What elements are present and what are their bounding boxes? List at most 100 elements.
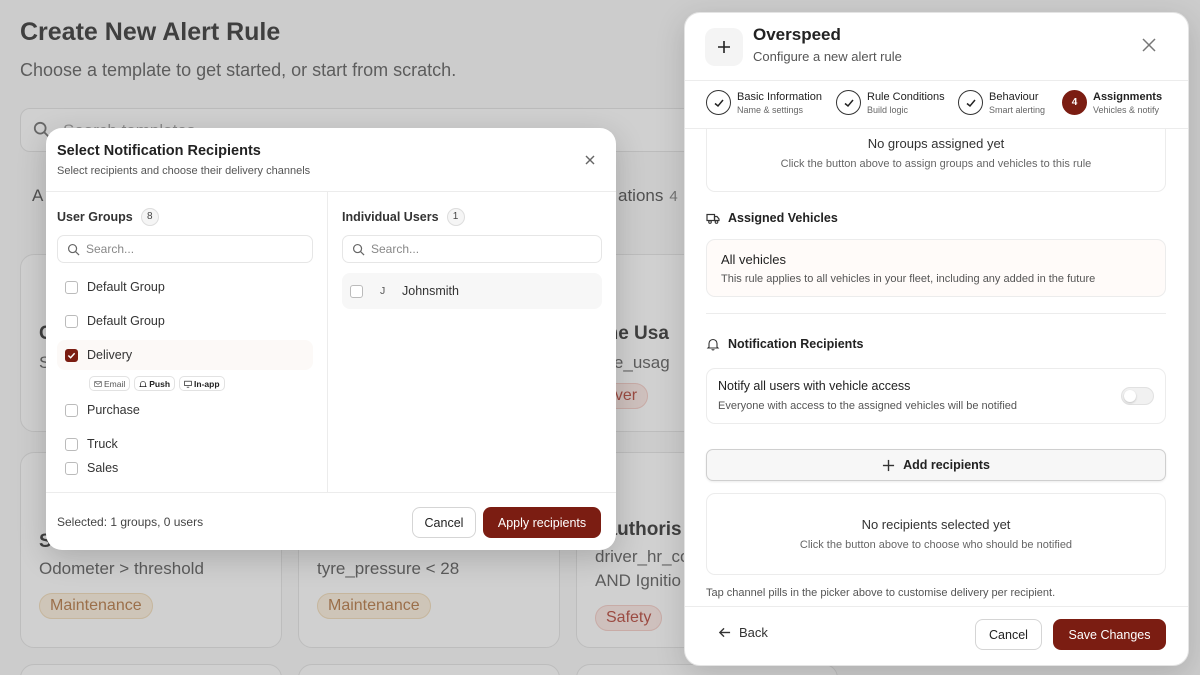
groups-empty-state: No groups assigned yet Click the button … (706, 129, 1166, 192)
panel-subtitle: Configure a new alert rule (753, 49, 902, 64)
notify-all-subtitle: Everyone with access to the assigned veh… (718, 400, 1017, 412)
search-icon (67, 243, 80, 256)
checkbox[interactable] (65, 314, 78, 328)
list-item[interactable]: Purchase (57, 395, 313, 425)
mail-icon (94, 380, 102, 387)
individual-users-heading: Individual Users 1 (342, 208, 465, 226)
monitor-icon (184, 380, 192, 388)
plus-icon (883, 459, 895, 471)
group-label: Default Group (87, 280, 165, 294)
back-label: Back (739, 625, 768, 640)
empty-title: No recipients selected yet (861, 517, 1011, 532)
checkbox[interactable] (65, 280, 78, 294)
check-icon (706, 90, 731, 115)
individual-users-column: Individual Users 1 J Johnsmith (328, 192, 616, 492)
recipients-empty-state: No recipients selected yet Click the but… (706, 493, 1166, 575)
group-search-input[interactable] (86, 239, 302, 259)
checkbox[interactable] (350, 284, 363, 298)
channel-pill-in-app[interactable]: In-app (179, 376, 225, 391)
check-icon (67, 352, 76, 359)
channel-pill-email[interactable]: Email (89, 376, 131, 391)
user-groups-column: User Groups 8 Default Group Default Grou… (46, 192, 328, 492)
all-vehicles-card: All vehicles This rule applies to all ve… (706, 239, 1166, 297)
vehicles-box-title: All vehicles (721, 252, 787, 267)
bell-icon (139, 380, 148, 387)
notify-all-toggle[interactable] (1121, 387, 1154, 405)
step-subtitle: Build logic (867, 104, 909, 115)
channel-label: In-app (194, 378, 220, 389)
checkbox-checked[interactable] (65, 348, 78, 362)
step-subtitle: Name & settings (737, 104, 804, 115)
modal-cancel-button[interactable]: Cancel (412, 507, 476, 538)
channel-pills: Email Push In-app (89, 376, 225, 391)
empty-subtitle: Click the button above to assign groups … (780, 158, 1092, 170)
avatar: J (380, 285, 386, 297)
group-label: Sales (87, 461, 119, 475)
user-groups-heading: User Groups 8 (57, 208, 159, 226)
close-icon[interactable] (580, 150, 600, 170)
close-icon[interactable] (1140, 36, 1158, 54)
list-item[interactable]: Default Group (57, 306, 313, 336)
list-item[interactable]: J Johnsmith (342, 273, 602, 309)
assigned-vehicles-heading: Assigned Vehicles (706, 211, 838, 225)
arrow-left-icon (718, 627, 731, 638)
checkbox[interactable] (65, 437, 78, 451)
empty-subtitle: Click the button above to choose who sho… (799, 539, 1073, 551)
search-icon (352, 243, 365, 256)
add-recipients-button[interactable]: Add recipients (706, 449, 1166, 481)
notify-all-card: Notify all users with vehicle access Eve… (706, 368, 1166, 424)
save-changes-button[interactable]: Save Changes (1053, 619, 1166, 650)
check-icon (958, 90, 983, 115)
panel-footer: Back Cancel Save Changes (685, 606, 1188, 665)
section-title: Assigned Vehicles (728, 211, 838, 225)
step-title: Basic Information (737, 90, 822, 103)
add-recipients-label: Add recipients (903, 458, 990, 472)
notification-recipients-heading: Notification Recipients (706, 337, 863, 351)
apply-recipients-button[interactable]: Apply recipients (483, 507, 601, 538)
channel-hint: Tap channel pills in the picker above to… (706, 587, 1056, 599)
back-button[interactable]: Back (718, 625, 768, 640)
empty-title: No groups assigned yet (867, 136, 1005, 151)
step-basic-information[interactable]: Basic Information Name & settings (706, 90, 822, 115)
list-item[interactable]: Sales (57, 453, 313, 483)
modal-subtitle: Select recipients and choose their deliv… (57, 165, 311, 177)
step-title: Rule Conditions (867, 90, 945, 103)
user-name: Johnsmith (402, 284, 459, 298)
group-label: Purchase (87, 403, 140, 417)
step-title: Assignments (1093, 90, 1163, 103)
divider (706, 313, 1166, 314)
group-label: Delivery (87, 348, 133, 362)
column-title: Individual Users (342, 210, 439, 224)
panel-cancel-button[interactable]: Cancel (975, 619, 1042, 650)
step-progress: Basic Information Name & settings Rule Co… (685, 81, 1188, 129)
notify-all-title: Notify all users with vehicle access (718, 379, 911, 393)
selection-summary: Selected: 1 groups, 0 users (57, 515, 204, 529)
count-badge: 1 (446, 208, 465, 226)
checkbox[interactable] (65, 461, 78, 475)
step-title: Behaviour (989, 90, 1039, 103)
user-search[interactable] (342, 235, 602, 263)
channel-pill-push[interactable]: Push (134, 376, 176, 391)
list-item[interactable]: Default Group (57, 272, 313, 302)
group-label: Default Group (87, 314, 165, 328)
step-subtitle: Vehicles & notify (1093, 104, 1160, 115)
panel-header: Overspeed Configure a new alert rule (685, 13, 1188, 81)
step-behaviour[interactable]: Behaviour Smart alerting (958, 90, 1045, 115)
user-search-input[interactable] (371, 239, 591, 259)
panel-body[interactable]: No groups assigned yet Click the button … (685, 129, 1188, 606)
bell-icon (706, 338, 720, 351)
recipients-modal: Select Notification Recipients Select re… (46, 128, 616, 550)
group-search[interactable] (57, 235, 313, 263)
channel-label: Email (104, 378, 126, 389)
count-badge: 8 (140, 208, 159, 226)
step-subtitle: Smart alerting (989, 104, 1046, 115)
channel-label: Push (149, 378, 171, 389)
checkbox[interactable] (65, 403, 78, 417)
list-item[interactable]: Delivery (57, 340, 313, 370)
step-rule-conditions[interactable]: Rule Conditions Build logic (836, 90, 945, 115)
column-title: User Groups (57, 210, 133, 224)
plus-icon (705, 28, 743, 66)
check-icon (836, 90, 861, 115)
section-title: Notification Recipients (728, 337, 864, 351)
step-assignments[interactable]: 4 Assignments Vehicles & notify (1062, 90, 1162, 115)
